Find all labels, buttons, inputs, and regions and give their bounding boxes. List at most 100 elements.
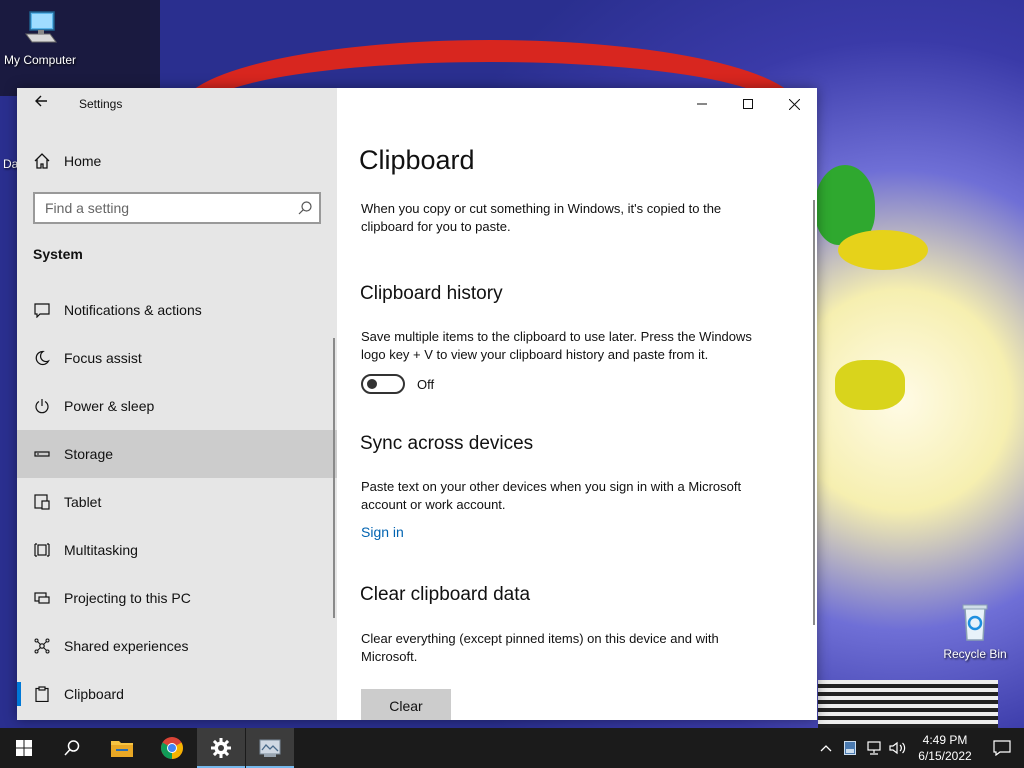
taskbar-search-button[interactable] <box>48 728 96 768</box>
volume-icon <box>889 741 906 755</box>
volume-button[interactable] <box>886 728 910 768</box>
sidebar-item-label: Clipboard <box>64 686 124 702</box>
clock-date: 6/15/2022 <box>918 749 972 763</box>
description-line: Microsoft. <box>361 649 418 664</box>
window-controls <box>679 88 817 120</box>
description-line: logo key + V to view your clipboard hist… <box>361 347 709 362</box>
description-line: Paste text on your other devices when yo… <box>361 479 742 494</box>
nav-list: Notifications & actions Focus assist Pow… <box>17 286 337 718</box>
search-icon <box>64 740 80 756</box>
sign-in-link[interactable]: Sign in <box>361 524 404 540</box>
app-title: Settings <box>79 97 123 111</box>
sidebar-item-tablet[interactable]: Tablet <box>17 478 337 526</box>
clipboard-icon <box>33 685 51 703</box>
sidebar-item-label: Focus assist <box>64 350 142 366</box>
taskbar-app[interactable] <box>246 728 294 768</box>
back-button[interactable] <box>29 94 53 114</box>
sidebar-item-notifications[interactable]: Notifications & actions <box>17 286 337 334</box>
network-button[interactable] <box>862 728 886 768</box>
system-tray: 4:49 PM 6/15/2022 <box>814 728 1024 768</box>
sidebar-item-label: Projecting to this PC <box>64 590 191 606</box>
tray-app-button[interactable] <box>838 728 862 768</box>
clipboard-history-toggle-row: Off <box>361 374 434 394</box>
sidebar-item-label: Multitasking <box>64 542 138 558</box>
description-line: Clear everything (except pinned items) o… <box>361 631 719 646</box>
power-icon <box>33 397 51 415</box>
maximize-button[interactable] <box>725 88 771 120</box>
app-icon <box>259 739 281 757</box>
section-label-system: System <box>33 246 83 262</box>
back-arrow-icon <box>35 95 47 107</box>
sidebar-item-label: Notifications & actions <box>64 302 202 318</box>
notification-icon <box>33 301 51 319</box>
taskbar-chrome[interactable] <box>148 728 196 768</box>
sidebar-item-focus-assist[interactable]: Focus assist <box>17 334 337 382</box>
computer-icon <box>25 11 57 43</box>
clear-button[interactable]: Clear <box>361 689 451 720</box>
page-title: Clipboard <box>359 145 475 175</box>
search-icon[interactable] <box>297 200 313 216</box>
multitasking-icon <box>33 541 51 559</box>
clock[interactable]: 4:49 PM 6/15/2022 <box>910 732 980 764</box>
sidebar-item-power-sleep[interactable]: Power & sleep <box>17 382 337 430</box>
maximize-icon <box>743 99 753 109</box>
clipboard-history-description: Save multiple items to the clipboard to … <box>361 328 781 364</box>
clock-time: 4:49 PM <box>922 733 968 747</box>
home-icon <box>34 153 50 169</box>
start-button[interactable] <box>0 728 48 768</box>
moon-icon <box>33 349 51 367</box>
network-icon <box>867 741 881 755</box>
close-button[interactable] <box>771 88 817 120</box>
intro-text: When you copy or cut something in Window… <box>361 200 781 236</box>
sidebar-scrollbar[interactable] <box>333 338 335 618</box>
recycle-bin-icon <box>962 604 988 641</box>
sidebar-item-storage[interactable]: Storage <box>17 430 337 478</box>
desktop-icon-my-computer[interactable]: My Computer <box>0 8 80 67</box>
sidebar-item-projecting[interactable]: Projecting to this PC <box>17 574 337 622</box>
description-line: account or work account. <box>361 497 506 512</box>
desktop-icon-label: Recycle Bin <box>943 647 1007 661</box>
desktop-icon-recycle-bin[interactable]: Recycle Bin <box>935 602 1015 661</box>
clipboard-history-toggle[interactable] <box>361 374 405 394</box>
chevron-up-icon <box>820 745 832 752</box>
sidebar-item-multitasking[interactable]: Multitasking <box>17 526 337 574</box>
description-line: Save multiple items to the clipboard to … <box>361 329 752 344</box>
intro-line: When you copy or cut something in Window… <box>361 201 722 216</box>
sync-description: Paste text on your other devices when yo… <box>361 478 781 514</box>
toggle-state-label: Off <box>417 376 435 392</box>
desktop-icon-label: My Computer <box>3 53 77 67</box>
storage-icon <box>33 445 51 463</box>
wallpaper-shape <box>835 360 905 410</box>
start-icon <box>16 740 32 756</box>
sync-heading: Sync across devices <box>360 433 534 454</box>
tablet-icon <box>33 493 51 511</box>
taskbar: 4:49 PM 6/15/2022 <box>0 728 1024 768</box>
sidebar-item-label: Power & sleep <box>64 398 155 414</box>
search-input[interactable] <box>35 194 285 222</box>
search-box[interactable] <box>33 192 321 224</box>
title-bar[interactable]: Settings <box>17 88 337 120</box>
content-scrollbar[interactable] <box>813 200 815 625</box>
clear-data-heading: Clear clipboard data <box>360 584 531 605</box>
clear-data-description: Clear everything (except pinned items) o… <box>361 630 781 666</box>
nav-home-label: Home <box>64 153 102 169</box>
nav-home[interactable]: Home <box>33 150 323 172</box>
tray-app-icon <box>844 741 856 755</box>
clipboard-history-heading: Clipboard history <box>360 283 503 304</box>
minimize-button[interactable] <box>679 88 725 120</box>
sidebar-item-label: Storage <box>64 446 114 462</box>
settings-icon <box>211 738 231 758</box>
taskbar-file-explorer[interactable] <box>98 728 146 768</box>
projecting-icon <box>33 589 51 607</box>
notification-icon <box>993 740 1011 756</box>
shared-icon <box>33 637 51 655</box>
action-center-button[interactable] <box>980 728 1024 768</box>
sidebar-item-label: Shared experiences <box>64 638 189 654</box>
sidebar-item-clipboard[interactable]: Clipboard <box>17 670 337 718</box>
sidebar-item-shared-experiences[interactable]: Shared experiences <box>17 622 337 670</box>
chrome-icon <box>161 737 183 759</box>
minimize-icon <box>697 103 707 105</box>
wallpaper-shape <box>838 230 928 270</box>
taskbar-settings[interactable] <box>197 728 245 768</box>
show-hidden-icons-button[interactable] <box>814 728 838 768</box>
